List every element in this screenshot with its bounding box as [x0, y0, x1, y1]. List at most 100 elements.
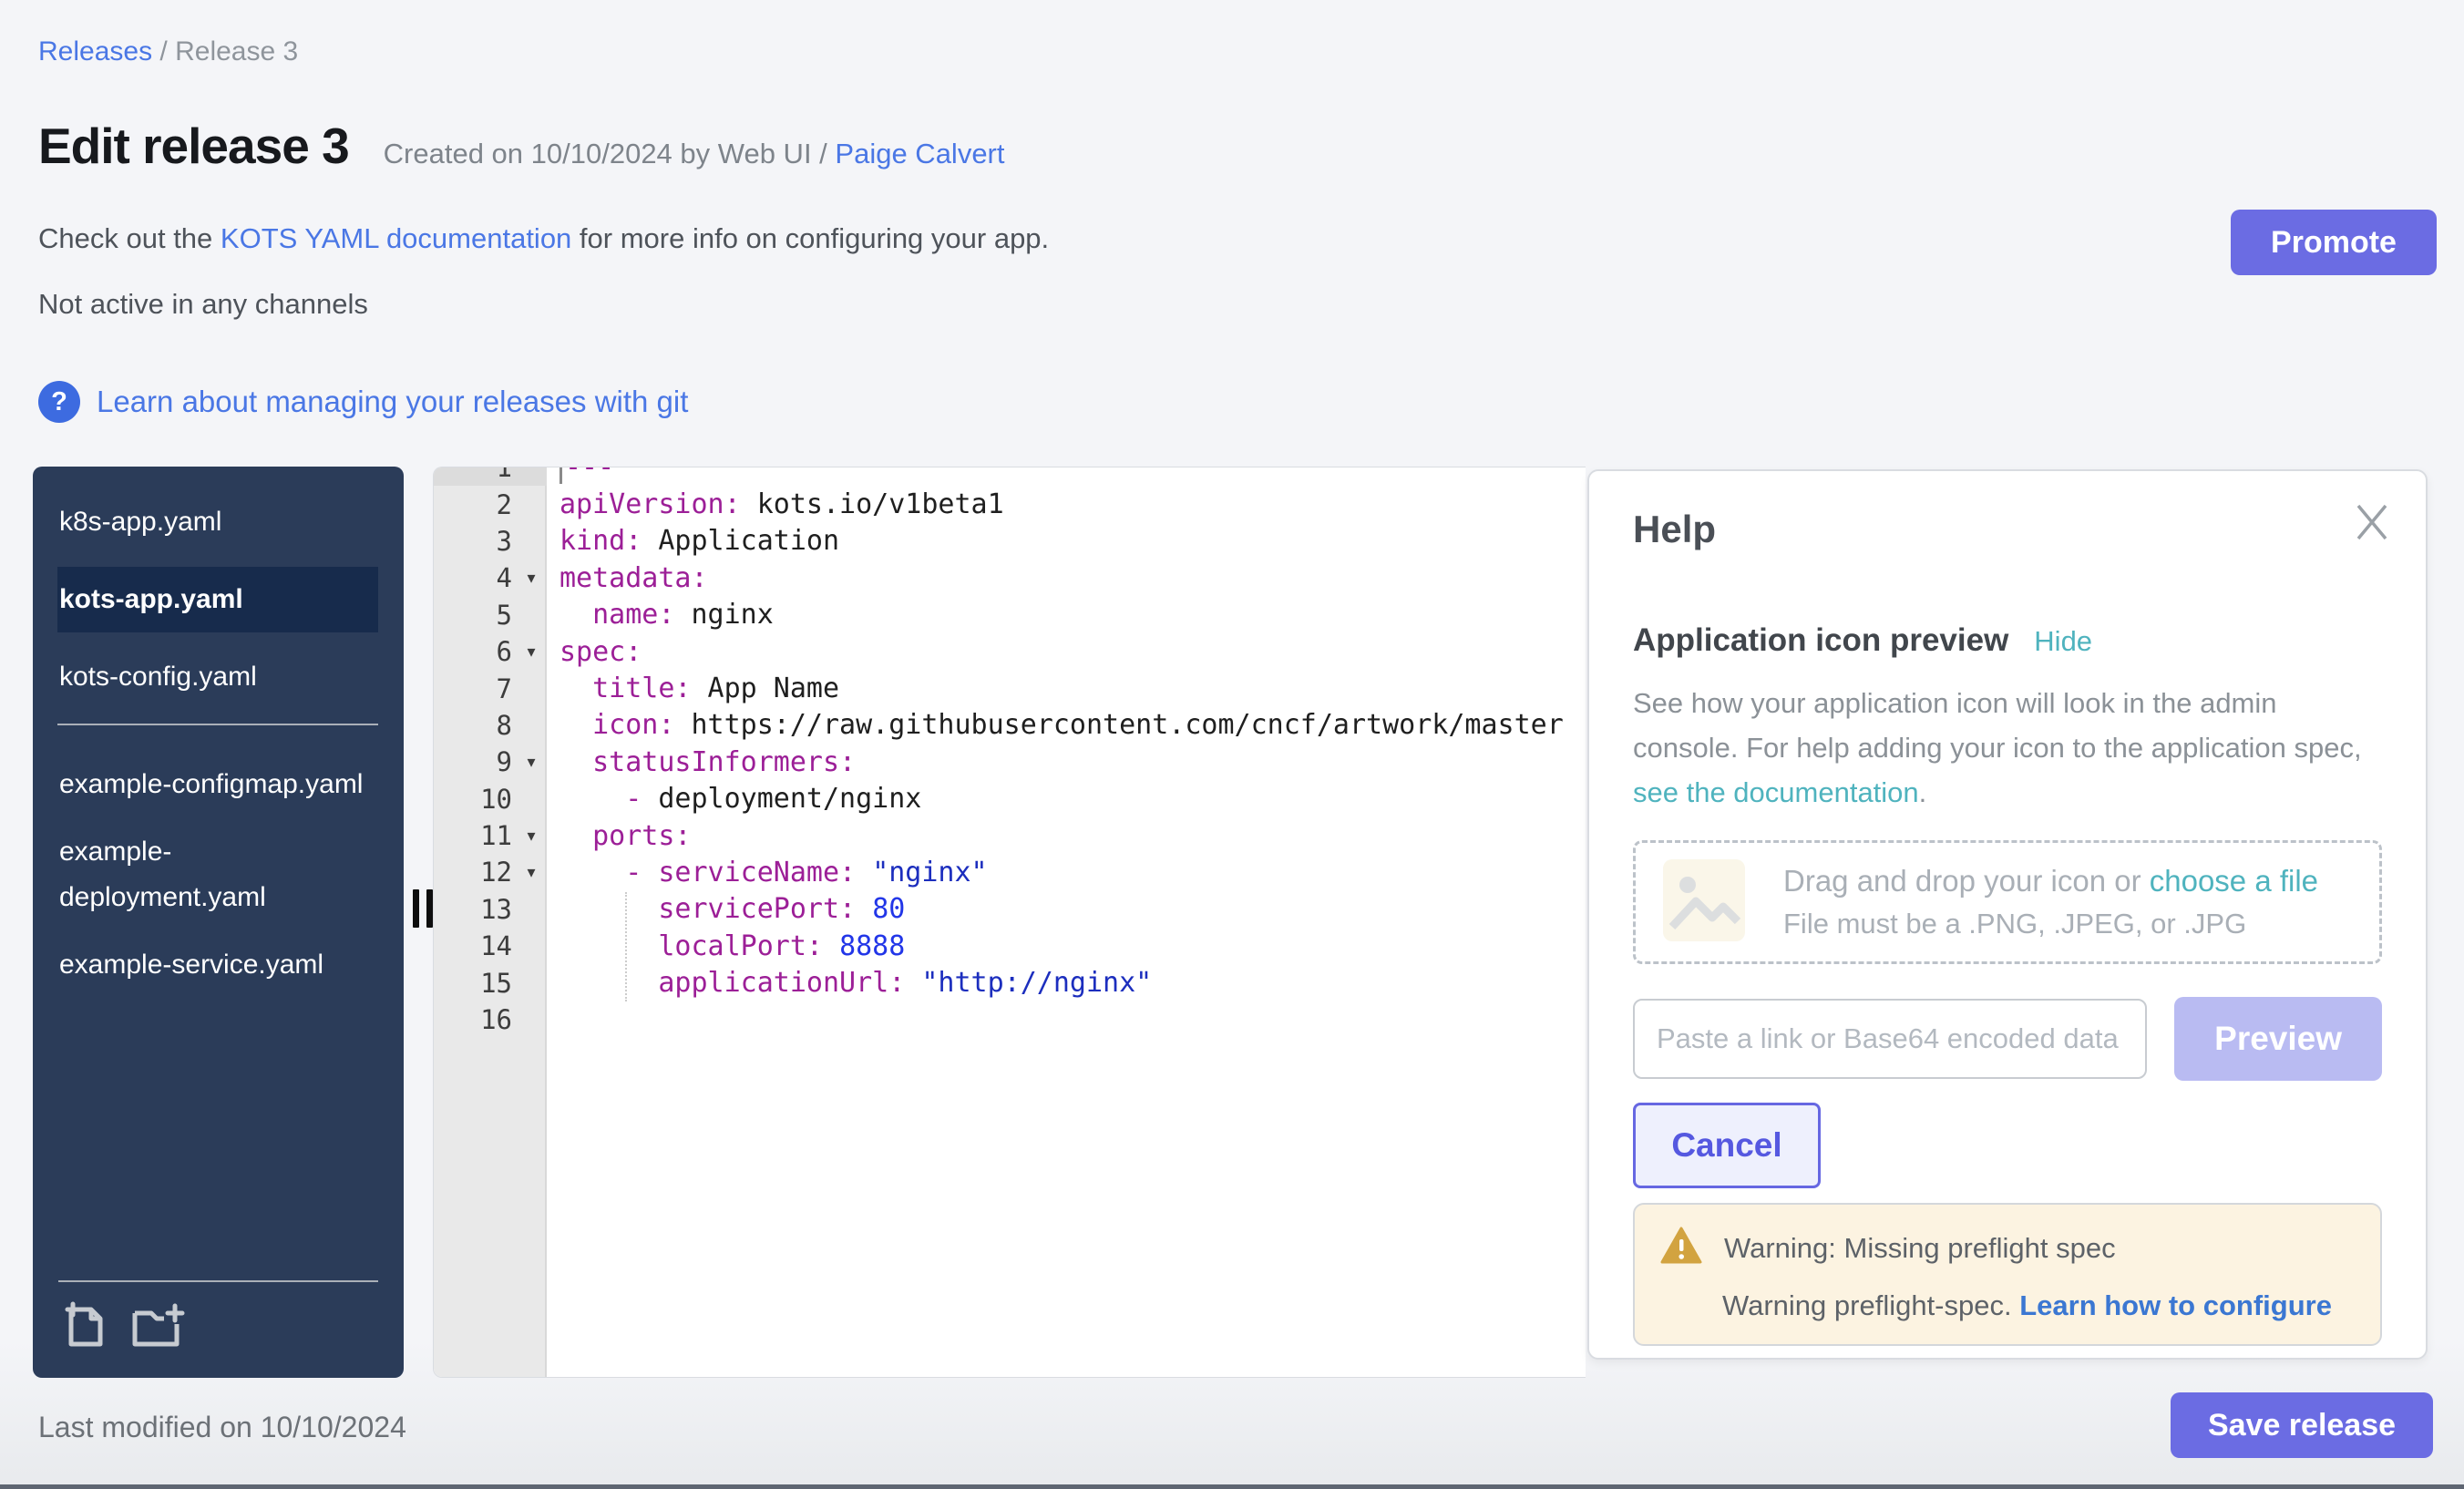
icon-dropzone[interactable]: Drag and drop your icon or choose a file… [1633, 840, 2382, 964]
gutter-cell: 10 [434, 781, 547, 817]
preview-button[interactable]: Preview [2174, 997, 2382, 1081]
line-number: 13 [434, 894, 516, 925]
gutter-cell: 15 [434, 964, 547, 1001]
indent-guide [625, 892, 627, 1001]
choose-file-link[interactable]: choose a file [2150, 864, 2318, 898]
line-number: 15 [434, 968, 516, 999]
editor-line[interactable]: 13 servicePort: 80 [434, 891, 1586, 928]
file-plus-icon [58, 1340, 106, 1354]
dropzone-file-types: File must be a .PNG, .JPEG, or .JPG [1783, 908, 2318, 940]
yaml-code-editor[interactable]: 1 --- 2apiVersion: kots.io/v1beta13kind: A… [433, 467, 1586, 1378]
gutter-cell: 11▾ [434, 817, 547, 854]
hide-link[interactable]: Hide [2034, 625, 2092, 658]
code-text: servicePort: 80 [547, 893, 905, 925]
fold-arrow-icon[interactable]: ▾ [516, 827, 547, 846]
git-help-row[interactable]: ? Learn about managing your releases wit… [38, 381, 688, 423]
window-bottom-edge [0, 1484, 2464, 1489]
sidebar-resize-handle[interactable] [413, 889, 419, 928]
help-panel: Help Application icon preview Hide See h… [1587, 469, 2428, 1360]
editor-line[interactable]: 2apiVersion: kots.io/v1beta1 [434, 486, 1586, 522]
doc-line-after: for more info on configuring your app. [571, 222, 1049, 254]
cancel-button[interactable]: Cancel [1633, 1103, 1821, 1188]
breadcrumb-current: Release 3 [175, 36, 298, 67]
sidebar-file-item[interactable]: k8s-app.yaml [57, 499, 378, 545]
learn-how-to-configure-link[interactable]: Learn how to configure [2019, 1289, 2332, 1321]
sidebar-file-item[interactable]: kots-config.yaml [57, 654, 378, 700]
title-row: Edit release 3 Created on 10/10/2024 by … [38, 117, 1005, 175]
gutter-cell: 7 [434, 670, 547, 706]
code-text: name: nginx [547, 599, 774, 631]
editor-line[interactable]: 14 localPort: 8888 [434, 928, 1586, 964]
line-number: 2 [434, 489, 516, 520]
editor-line[interactable]: 3kind: Application [434, 523, 1586, 560]
sidebar-file-item[interactable]: example-service.yaml [57, 942, 378, 988]
image-placeholder-icon [1661, 857, 1747, 948]
line-number: 11 [434, 820, 516, 851]
gutter-cell: 2 [434, 486, 547, 522]
editor-line[interactable]: 11▾ ports: [434, 817, 1586, 854]
sidebar-file-item[interactable]: example-deployment.yaml [57, 829, 378, 920]
line-number: 10 [434, 784, 516, 815]
line-number: 14 [434, 930, 516, 961]
editor-line[interactable]: 7 title: App Name [434, 670, 1586, 706]
gutter-cell: 9▾ [434, 744, 547, 780]
fold-arrow-icon[interactable]: ▾ [516, 642, 547, 662]
editor-line[interactable]: 4▾metadata: [434, 560, 1586, 596]
close-help-button[interactable] [2349, 498, 2395, 547]
git-releases-link[interactable]: Learn about managing your releases with … [97, 385, 688, 419]
fold-arrow-icon[interactable]: ▾ [516, 569, 547, 588]
file-list-top: k8s-app.yaml kots-app.yaml kots-config.yam… [33, 499, 404, 700]
code-text: applicationUrl: "http://nginx" [547, 967, 1152, 999]
author-link[interactable]: Paige Calvert [835, 138, 1004, 169]
editor-line[interactable]: 12▾ - serviceName: "nginx" [434, 854, 1586, 890]
line-number: 12 [434, 857, 516, 888]
page-title: Edit release 3 [38, 117, 349, 175]
code-text: ports: [547, 820, 692, 852]
add-folder-button[interactable] [129, 1300, 186, 1354]
line-number: 16 [434, 1004, 516, 1035]
editor-line[interactable]: 9▾ statusInformers: [434, 744, 1586, 780]
code-text: icon: https://raw.githubusercontent.com/… [547, 709, 1564, 741]
kots-doc-line: Check out the KOTS YAML documentation fo… [38, 222, 1049, 255]
gutter-cell: 4▾ [434, 560, 547, 596]
dropzone-text: Drag and drop your icon or choose a file… [1783, 864, 2318, 940]
gutter-cell: 12▾ [434, 854, 547, 890]
breadcrumb-releases-link[interactable]: Releases [38, 36, 152, 67]
line-number: 1 [434, 467, 516, 483]
see-documentation-link[interactable]: see the documentation [1633, 776, 1919, 808]
channels-status: Not active in any channels [38, 288, 368, 321]
editor-line[interactable]: 5 name: nginx [434, 597, 1586, 633]
editor-line[interactable]: 6▾spec: [434, 633, 1586, 670]
promote-button[interactable]: Promote [2231, 210, 2437, 275]
editor-line[interactable]: 16 [434, 1001, 1586, 1038]
sidebar-resize-handle[interactable] [426, 889, 433, 928]
doc-line-before: Check out the [38, 222, 221, 254]
editor-line[interactable]: 1 --- [434, 467, 1586, 486]
fold-arrow-icon[interactable]: ▾ [516, 753, 547, 772]
code-text: --- [547, 467, 614, 484]
warning-detail: Warning preflight-spec. Learn how to con… [1722, 1289, 2355, 1322]
save-release-button[interactable]: Save release [2171, 1392, 2433, 1458]
icon-url-input[interactable] [1633, 999, 2147, 1079]
breadcrumb-separator: / [152, 36, 175, 67]
gutter-cell: 14 [434, 928, 547, 964]
description-text: See how your application icon will look … [1633, 687, 2362, 764]
gutter-cell: 5 [434, 597, 547, 633]
gutter-cell: 16 [434, 1001, 547, 1038]
fold-arrow-icon[interactable]: ▾ [516, 863, 547, 882]
warning-triangle-icon [1660, 1227, 1702, 1269]
line-number: 7 [434, 673, 516, 704]
editor-line[interactable]: 10 - deployment/nginx [434, 781, 1586, 817]
line-number: 9 [434, 746, 516, 777]
gutter-cell: 6▾ [434, 633, 547, 670]
kots-yaml-doc-link[interactable]: KOTS YAML documentation [221, 222, 571, 254]
editor-lines: 1 --- 2apiVersion: kots.io/v1beta13kind: A… [434, 467, 1586, 1038]
sidebar-file-item[interactable]: kots-app.yaml [57, 567, 378, 632]
gutter-cell: 3 [434, 523, 547, 560]
add-file-button[interactable] [58, 1300, 106, 1354]
file-list-bottom: example-configmap.yaml example-deployment… [33, 762, 404, 988]
sidebar-file-item[interactable]: example-configmap.yaml [57, 762, 378, 807]
editor-line[interactable]: 15 applicationUrl: "http://nginx" [434, 964, 1586, 1001]
description-period: . [1919, 776, 1927, 808]
editor-line[interactable]: 8 icon: https://raw.githubusercontent.co… [434, 707, 1586, 744]
